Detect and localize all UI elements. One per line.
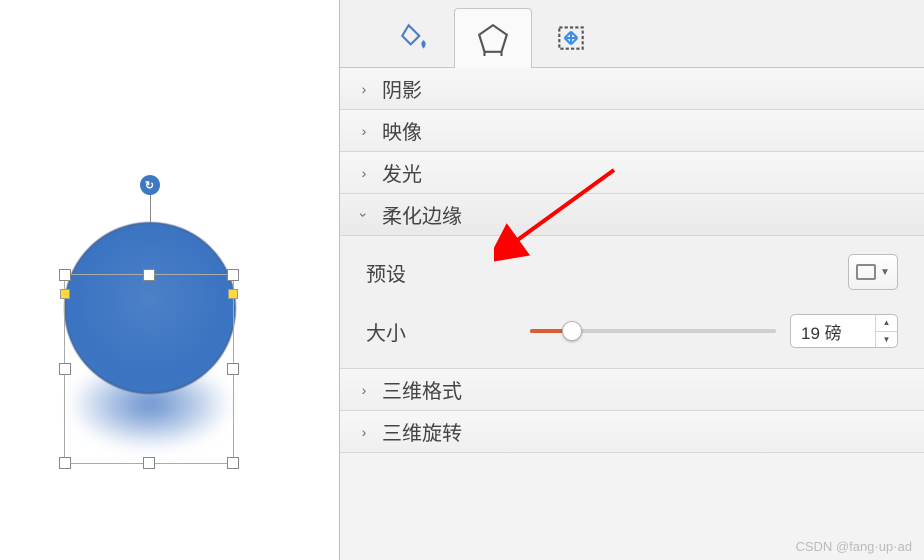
format-tabs: [340, 0, 924, 68]
accordion-label: 映像: [382, 116, 422, 145]
rotate-stem: [150, 192, 151, 222]
size-field: 大小 19 磅 ▲ ▼: [366, 314, 898, 348]
accordion-label: 三维旋转: [382, 417, 462, 446]
chevron-right-icon: ›: [358, 424, 370, 440]
ellipse-shape[interactable]: [64, 222, 236, 394]
size-slider[interactable]: [530, 329, 776, 333]
accordion-soft-edges[interactable]: › 柔化边缘: [340, 194, 924, 236]
chevron-right-icon: ›: [358, 165, 370, 181]
handle-br[interactable]: [227, 457, 239, 469]
watermark: CSDN @fang·up·ad: [795, 539, 912, 554]
shape-effects-tab[interactable]: [454, 8, 532, 68]
accordion-3d-rotation[interactable]: › 三维旋转: [340, 411, 924, 453]
accordion-label: 三维格式: [382, 375, 462, 404]
preset-dropdown[interactable]: ▼: [848, 254, 898, 290]
format-shape-pane: › 阴影 › 映像 › 发光 › 柔化边缘 预设 ▼ 大小: [340, 0, 924, 560]
accordion-label: 柔化边缘: [382, 200, 462, 229]
chevron-right-icon: ›: [358, 123, 370, 139]
chevron-right-icon: ›: [358, 81, 370, 97]
slider-thumb[interactable]: [562, 321, 582, 341]
accordion-label: 阴影: [382, 74, 422, 103]
preset-swatch-icon: [856, 264, 876, 280]
chevron-right-icon: ›: [358, 382, 370, 398]
accordion-glow[interactable]: › 发光: [340, 152, 924, 194]
handle-mr[interactable]: [227, 363, 239, 375]
stepper-down[interactable]: ▼: [876, 332, 897, 348]
canvas[interactable]: ↻: [0, 0, 340, 560]
preset-field: 预设 ▼: [366, 254, 898, 290]
fill-tab[interactable]: [376, 7, 454, 67]
accordion-3d-format[interactable]: › 三维格式: [340, 369, 924, 411]
accordion-label: 发光: [382, 158, 422, 187]
stepper-up[interactable]: ▲: [876, 315, 897, 332]
handle-ml[interactable]: [59, 363, 71, 375]
handle-bm[interactable]: [143, 457, 155, 469]
preset-label: 预设: [366, 258, 530, 287]
rotate-handle[interactable]: ↻: [140, 175, 160, 195]
selected-shape[interactable]: ↻: [52, 222, 247, 472]
size-label: 大小: [366, 317, 530, 346]
size-stepper: ▲ ▼: [875, 315, 897, 347]
handle-bl[interactable]: [59, 457, 71, 469]
caret-down-icon: ▼: [880, 267, 890, 278]
accordion-reflection[interactable]: › 映像: [340, 110, 924, 152]
soft-edges-panel: 预设 ▼ 大小 19 磅 ▲ ▼: [340, 236, 924, 369]
size-value[interactable]: 19 磅: [791, 315, 875, 347]
accordion-shadow[interactable]: › 阴影: [340, 68, 924, 110]
size-properties-tab[interactable]: [532, 7, 610, 67]
chevron-down-icon: ›: [356, 209, 372, 221]
size-input[interactable]: 19 磅 ▲ ▼: [790, 314, 898, 348]
